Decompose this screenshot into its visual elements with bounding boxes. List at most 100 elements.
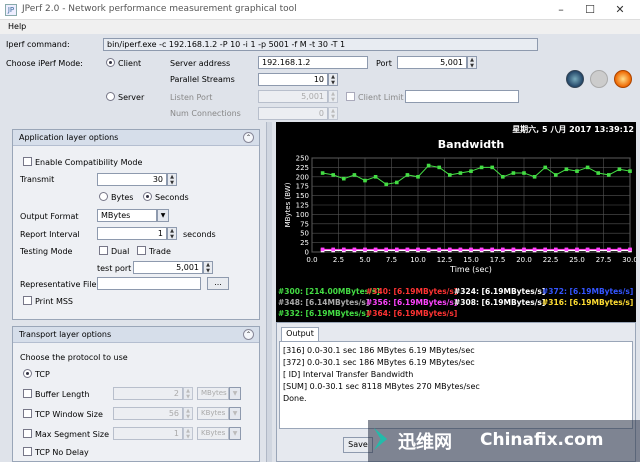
application-options-title: Application layer options <box>19 133 119 142</box>
print-mss-checkbox[interactable] <box>23 296 32 305</box>
transmit-input[interactable]: 30 <box>97 173 167 186</box>
mss-checkbox[interactable] <box>23 429 32 438</box>
chevron-down-icon[interactable]: ▼ <box>229 387 241 400</box>
client-radio[interactable] <box>106 58 115 67</box>
collapse-icon[interactable]: ⌃ <box>243 329 254 340</box>
port-label: Port <box>376 59 392 68</box>
test-port-spinner[interactable]: ▲ ▼ <box>203 261 213 274</box>
data-point <box>448 173 452 177</box>
server-address-input[interactable]: 192.168.1.2 <box>258 56 368 69</box>
data-point <box>395 180 399 185</box>
watermark-en: Chinafix.com <box>480 430 604 450</box>
window-unit-select[interactable]: KBytes <box>197 407 229 420</box>
data-point <box>363 247 367 252</box>
trade-checkbox[interactable] <box>137 246 146 255</box>
data-point <box>543 247 547 252</box>
rep-file-input[interactable] <box>97 277 201 290</box>
y-tick-label: 175 <box>296 183 309 191</box>
client-limit-input[interactable] <box>405 90 519 103</box>
test-port-input[interactable]: 5,001 <box>133 261 203 274</box>
data-point <box>331 247 335 252</box>
client-limit-checkbox[interactable] <box>346 92 355 101</box>
parallel-spinner[interactable]: ▲ ▼ <box>328 73 338 86</box>
command-field[interactable]: bin/iperf.exe -c 192.168.1.2 -P 10 -i 1 … <box>103 38 538 51</box>
server-radio[interactable] <box>106 92 115 101</box>
data-point <box>511 247 516 252</box>
transport-options-header[interactable]: Transport layer options ⌃ <box>13 327 259 343</box>
split-handle[interactable] <box>266 122 272 462</box>
buffer-unit-select[interactable]: MBytes <box>197 387 229 400</box>
output-line: [ ID] Interval Transfer Bandwidth <box>283 370 414 379</box>
data-point <box>575 247 579 252</box>
num-connections-input[interactable]: 0 <box>258 107 328 120</box>
x-tick-label: 17.5 <box>490 256 506 264</box>
listen-port-label: Listen Port <box>170 93 213 102</box>
window-size-input[interactable]: 56 <box>113 407 183 420</box>
bytes-radio[interactable] <box>99 192 108 201</box>
collapse-icon[interactable]: ⌃ <box>243 132 254 143</box>
legend-entry: #348: [6.14MBytes/s] <box>278 298 369 307</box>
report-interval-spinner[interactable]: ▲ ▼ <box>167 227 177 240</box>
menu-bar: Help <box>0 20 640 34</box>
tcp-label: TCP <box>35 370 50 379</box>
reset-icon[interactable] <box>614 70 632 88</box>
seconds-radio[interactable] <box>143 192 152 201</box>
nodelay-checkbox[interactable] <box>23 447 32 456</box>
num-connections-spinner[interactable]: ▲ ▼ <box>328 107 338 120</box>
x-axis-label: Time (sec) <box>449 265 492 274</box>
maximize-icon[interactable]: ☐ <box>582 3 598 17</box>
x-tick-label: 15.0 <box>463 256 479 264</box>
mss-spinner[interactable]: ▲ ▼ <box>183 427 193 440</box>
window-size-spinner[interactable]: ▲ ▼ <box>183 407 193 420</box>
listen-port-input[interactable]: 5,001 <box>258 90 328 103</box>
listen-port-spinner[interactable]: ▲ ▼ <box>328 90 338 103</box>
parallel-input[interactable]: 10 <box>258 73 328 86</box>
menu-help[interactable]: Help <box>8 22 26 31</box>
application-options-header[interactable]: Application layer options ⌃ <box>13 130 259 146</box>
chevron-down-icon[interactable]: ▼ <box>157 209 169 222</box>
browse-button[interactable]: ... <box>207 277 229 290</box>
output-format-select[interactable]: MBytes <box>97 209 157 222</box>
legend-entry: #324: [6.19MBytes/s] <box>454 287 545 296</box>
close-icon[interactable]: ✕ <box>612 3 628 17</box>
transport-options-title: Transport layer options <box>19 330 112 339</box>
chevron-down-icon[interactable]: ▼ <box>229 427 241 440</box>
y-tick-label: 0 <box>305 249 309 257</box>
data-point <box>628 169 632 173</box>
application-options-panel: Application layer options ⌃ Enable Compa… <box>12 129 260 320</box>
minimize-icon[interactable]: – <box>553 3 569 17</box>
run-iperf-icon[interactable] <box>566 70 584 88</box>
dual-checkbox[interactable] <box>99 246 108 255</box>
y-tick-label: 225 <box>296 164 309 172</box>
buffer-label: Buffer Length <box>35 390 90 399</box>
chevron-down-icon[interactable]: ▼ <box>229 407 241 420</box>
data-point <box>564 247 569 252</box>
transmit-spinner[interactable]: ▲ ▼ <box>167 173 177 186</box>
buffer-spinner[interactable]: ▲ ▼ <box>183 387 193 400</box>
port-spinner[interactable]: ▲ ▼ <box>467 56 477 69</box>
data-point <box>395 247 399 252</box>
compat-checkbox[interactable] <box>23 157 32 166</box>
tab-output[interactable]: Output <box>281 327 319 341</box>
x-tick-label: 12.5 <box>437 256 453 264</box>
tcp-radio[interactable] <box>23 369 32 378</box>
report-interval-input[interactable]: 1 <box>97 227 167 240</box>
stop-iperf-icon[interactable] <box>590 70 608 88</box>
mss-input[interactable]: 1 <box>113 427 183 440</box>
data-point <box>384 247 388 252</box>
buffer-checkbox[interactable] <box>23 389 32 398</box>
protocol-label: Choose the protocol to use <box>20 353 128 362</box>
data-point <box>384 182 388 187</box>
window-size-checkbox[interactable] <box>23 409 32 418</box>
data-point <box>501 247 505 252</box>
window-title-bar: JP JPerf 2.0 - Network performance measu… <box>0 0 640 20</box>
watermark-logo-icon <box>374 428 388 450</box>
x-tick-label: 0.0 <box>306 256 317 264</box>
buffer-input[interactable]: 2 <box>113 387 183 400</box>
data-point <box>479 247 484 252</box>
client-label: Client <box>118 59 142 68</box>
mss-unit-select[interactable]: KBytes <box>197 427 229 440</box>
server-label: Server <box>118 93 145 102</box>
port-input[interactable]: 5,001 <box>397 56 467 69</box>
data-point <box>363 178 367 183</box>
